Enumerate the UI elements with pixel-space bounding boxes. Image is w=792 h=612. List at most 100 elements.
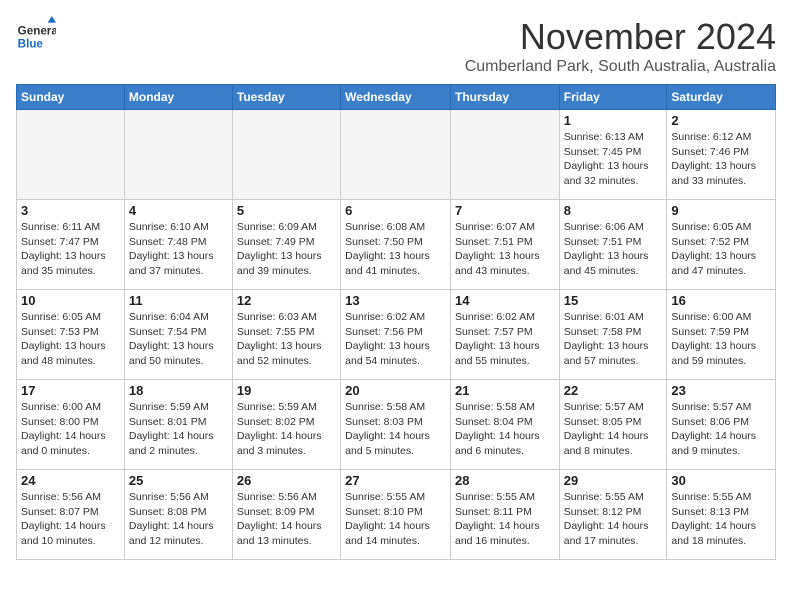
calendar-cell: 6 Sunrise: 6:08 AM Sunset: 7:50 PM Daylig… (341, 200, 451, 290)
month-year-title: November 2024 (465, 16, 776, 58)
calendar-cell: 23Sunrise: 5:57 AM Sunset: 8:06 PM Dayli… (667, 380, 776, 470)
calendar-cell: 14Sunrise: 6:02 AM Sunset: 7:57 PM Dayli… (450, 290, 559, 380)
day-info: Sunrise: 5:56 AM Sunset: 8:07 PM Dayligh… (21, 490, 120, 549)
day-info: Sunrise: 6:00 AM Sunset: 8:00 PM Dayligh… (21, 400, 120, 459)
day-info: Sunrise: 6:02 AM Sunset: 7:56 PM Dayligh… (345, 310, 446, 369)
calendar-cell: 13 Sunrise: 6:02 AM Sunset: 7:56 PM Dayli… (341, 290, 451, 380)
column-header-thursday: Thursday (450, 85, 559, 110)
day-info: Sunrise: 6:04 AM Sunset: 7:54 PM Dayligh… (129, 310, 228, 369)
calendar-cell: 26Sunrise: 5:56 AM Sunset: 8:09 PM Dayli… (232, 470, 340, 560)
day-number: 27 (345, 473, 446, 488)
calendar-week-row: 24 Sunrise: 5:56 AM Sunset: 8:07 PM Dayli… (17, 470, 776, 560)
title-block: November 2024 Cumberland Park, South Aus… (465, 16, 776, 76)
day-number: 29 (564, 473, 663, 488)
calendar-cell: 4Sunrise: 6:10 AM Sunset: 7:48 PM Daylig… (124, 200, 232, 290)
calendar-cell: 27 Sunrise: 5:55 AM Sunset: 8:10 PM Dayli… (341, 470, 451, 560)
day-number: 9 (671, 203, 771, 218)
calendar-cell (341, 110, 451, 200)
day-info: Sunrise: 6:08 AM Sunset: 7:50 PM Dayligh… (345, 220, 446, 279)
day-info: Sunrise: 6:06 AM Sunset: 7:51 PM Dayligh… (564, 220, 663, 279)
calendar-week-row: 3Sunrise: 6:11 AM Sunset: 7:47 PM Daylig… (17, 200, 776, 290)
day-number: 30 (671, 473, 771, 488)
day-info: Sunrise: 5:55 AM Sunset: 8:10 PM Dayligh… (345, 490, 446, 549)
day-number: 25 (129, 473, 228, 488)
calendar-week-row: 17 Sunrise: 6:00 AM Sunset: 8:00 PM Dayli… (17, 380, 776, 470)
day-info: Sunrise: 5:58 AM Sunset: 8:03 PM Dayligh… (345, 400, 446, 459)
svg-text:Blue: Blue (18, 38, 44, 51)
calendar-cell (17, 110, 125, 200)
day-number: 20 (345, 383, 446, 398)
day-number: 28 (455, 473, 555, 488)
day-info: Sunrise: 6:00 AM Sunset: 7:59 PM Dayligh… (671, 310, 771, 369)
day-info: Sunrise: 5:55 AM Sunset: 8:13 PM Dayligh… (671, 490, 771, 549)
day-info: Sunrise: 5:56 AM Sunset: 8:09 PM Dayligh… (237, 490, 336, 549)
day-number: 6 (345, 203, 446, 218)
calendar-cell (450, 110, 559, 200)
day-number: 1 (564, 113, 663, 128)
calendar-cell: 1 Sunrise: 6:13 AM Sunset: 7:45 PM Daylig… (559, 110, 667, 200)
logo-icon: General Blue (16, 16, 56, 56)
day-info: Sunrise: 6:13 AM Sunset: 7:45 PM Dayligh… (564, 130, 663, 189)
day-info: Sunrise: 5:55 AM Sunset: 8:11 PM Dayligh… (455, 490, 555, 549)
day-info: Sunrise: 5:57 AM Sunset: 8:05 PM Dayligh… (564, 400, 663, 459)
day-info: Sunrise: 6:01 AM Sunset: 7:58 PM Dayligh… (564, 310, 663, 369)
column-header-saturday: Saturday (667, 85, 776, 110)
day-number: 19 (237, 383, 336, 398)
calendar-cell: 20 Sunrise: 5:58 AM Sunset: 8:03 PM Dayli… (341, 380, 451, 470)
day-info: Sunrise: 5:57 AM Sunset: 8:06 PM Dayligh… (671, 400, 771, 459)
day-number: 4 (129, 203, 228, 218)
column-header-monday: Monday (124, 85, 232, 110)
calendar-cell: 21 Sunrise: 5:58 AM Sunset: 8:04 PM Dayli… (450, 380, 559, 470)
day-number: 17 (21, 383, 120, 398)
day-number: 11 (129, 293, 228, 308)
day-number: 21 (455, 383, 555, 398)
calendar-cell: 30 Sunrise: 5:55 AM Sunset: 8:13 PM Dayli… (667, 470, 776, 560)
column-header-sunday: Sunday (17, 85, 125, 110)
day-number: 7 (455, 203, 555, 218)
logo: General Blue (16, 16, 56, 56)
calendar-cell: 17 Sunrise: 6:00 AM Sunset: 8:00 PM Dayli… (17, 380, 125, 470)
day-number: 22 (564, 383, 663, 398)
calendar-week-row: 10Sunrise: 6:05 AM Sunset: 7:53 PM Dayli… (17, 290, 776, 380)
calendar-cell: 3Sunrise: 6:11 AM Sunset: 7:47 PM Daylig… (17, 200, 125, 290)
column-header-tuesday: Tuesday (232, 85, 340, 110)
day-info: Sunrise: 6:03 AM Sunset: 7:55 PM Dayligh… (237, 310, 336, 369)
day-info: Sunrise: 6:12 AM Sunset: 7:46 PM Dayligh… (671, 130, 771, 189)
day-info: Sunrise: 6:07 AM Sunset: 7:51 PM Dayligh… (455, 220, 555, 279)
svg-text:General: General (18, 24, 56, 37)
calendar-table: SundayMondayTuesdayWednesdayThursdayFrid… (16, 84, 776, 560)
calendar-cell: 2 Sunrise: 6:12 AM Sunset: 7:46 PM Daylig… (667, 110, 776, 200)
calendar-cell (232, 110, 340, 200)
day-number: 5 (237, 203, 336, 218)
calendar-cell: 24 Sunrise: 5:56 AM Sunset: 8:07 PM Dayli… (17, 470, 125, 560)
column-header-wednesday: Wednesday (341, 85, 451, 110)
day-number: 15 (564, 293, 663, 308)
location-subtitle: Cumberland Park, South Australia, Austra… (465, 58, 776, 76)
calendar-cell: 25 Sunrise: 5:56 AM Sunset: 8:08 PM Dayli… (124, 470, 232, 560)
day-number: 10 (21, 293, 120, 308)
calendar-cell: 7 Sunrise: 6:07 AM Sunset: 7:51 PM Daylig… (450, 200, 559, 290)
calendar-cell: 22 Sunrise: 5:57 AM Sunset: 8:05 PM Dayli… (559, 380, 667, 470)
calendar-cell: 18Sunrise: 5:59 AM Sunset: 8:01 PM Dayli… (124, 380, 232, 470)
calendar-cell (124, 110, 232, 200)
column-header-friday: Friday (559, 85, 667, 110)
day-info: Sunrise: 6:05 AM Sunset: 7:52 PM Dayligh… (671, 220, 771, 279)
page-header: General Blue November 2024 Cumberland Pa… (16, 16, 776, 76)
calendar-cell: 12Sunrise: 6:03 AM Sunset: 7:55 PM Dayli… (232, 290, 340, 380)
day-info: Sunrise: 6:02 AM Sunset: 7:57 PM Dayligh… (455, 310, 555, 369)
day-info: Sunrise: 5:59 AM Sunset: 8:01 PM Dayligh… (129, 400, 228, 459)
day-number: 13 (345, 293, 446, 308)
day-number: 24 (21, 473, 120, 488)
calendar-cell: 19Sunrise: 5:59 AM Sunset: 8:02 PM Dayli… (232, 380, 340, 470)
day-number: 2 (671, 113, 771, 128)
day-info: Sunrise: 5:58 AM Sunset: 8:04 PM Dayligh… (455, 400, 555, 459)
day-info: Sunrise: 6:11 AM Sunset: 7:47 PM Dayligh… (21, 220, 120, 279)
calendar-cell: 16Sunrise: 6:00 AM Sunset: 7:59 PM Dayli… (667, 290, 776, 380)
calendar-cell: 5 Sunrise: 6:09 AM Sunset: 7:49 PM Daylig… (232, 200, 340, 290)
day-info: Sunrise: 5:55 AM Sunset: 8:12 PM Dayligh… (564, 490, 663, 549)
day-info: Sunrise: 6:09 AM Sunset: 7:49 PM Dayligh… (237, 220, 336, 279)
calendar-cell: 29 Sunrise: 5:55 AM Sunset: 8:12 PM Dayli… (559, 470, 667, 560)
calendar-cell: 15 Sunrise: 6:01 AM Sunset: 7:58 PM Dayli… (559, 290, 667, 380)
day-info: Sunrise: 5:56 AM Sunset: 8:08 PM Dayligh… (129, 490, 228, 549)
calendar-header-row: SundayMondayTuesdayWednesdayThursdayFrid… (17, 85, 776, 110)
